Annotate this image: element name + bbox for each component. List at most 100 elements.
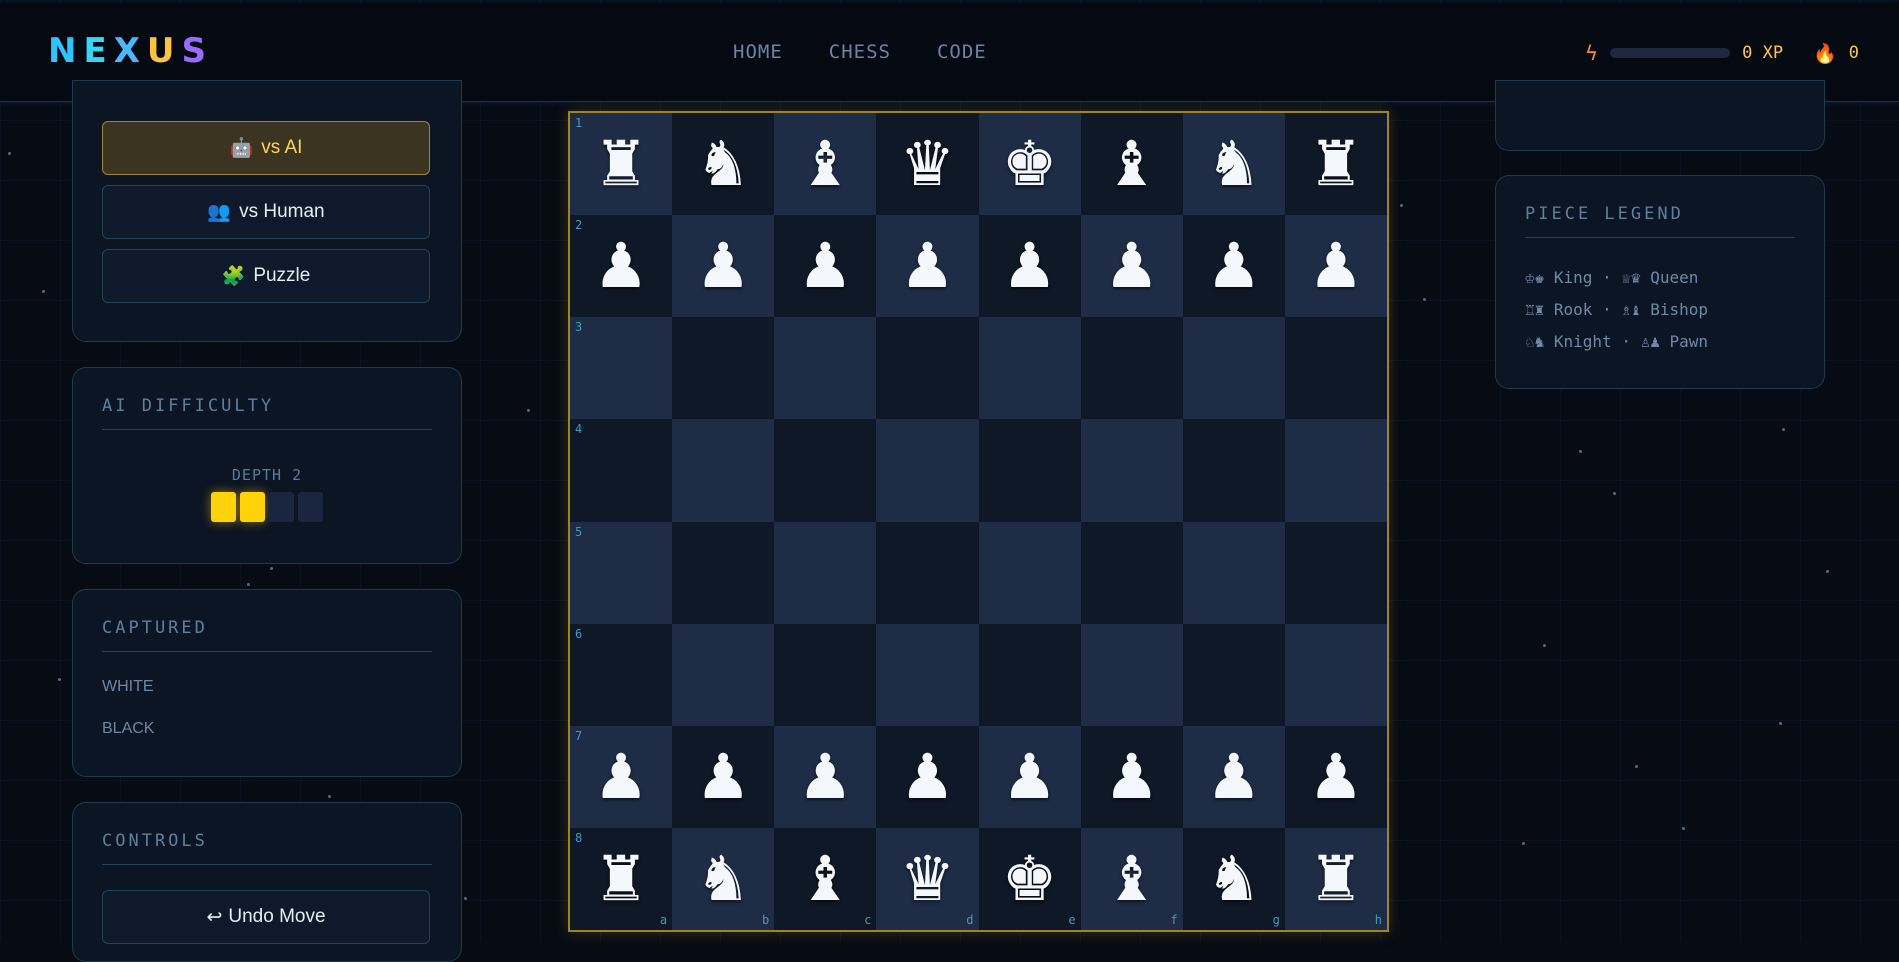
rook-piece[interactable]: ♜: [1308, 133, 1364, 195]
board-square-e1[interactable]: ♚: [978, 113, 1081, 216]
board-square-g7[interactable]: ♟: [1182, 725, 1285, 828]
board-square-f3[interactable]: [1080, 317, 1183, 420]
board-square-h1[interactable]: ♜: [1284, 113, 1387, 216]
knight-piece[interactable]: ♞: [1206, 847, 1262, 910]
board-square-g8[interactable]: ♞ g: [1182, 827, 1285, 930]
rook-piece[interactable]: ♜: [593, 133, 649, 195]
knight-piece[interactable]: ♞: [695, 847, 751, 910]
nexus-logo[interactable]: NEXUS: [48, 31, 213, 71]
board-square-b8[interactable]: ♞ b: [672, 827, 775, 930]
board-square-f6[interactable]: [1080, 623, 1183, 726]
pawn-piece[interactable]: ♟: [695, 235, 751, 297]
board-square-c8[interactable]: ♝ c: [774, 827, 877, 930]
queen-piece[interactable]: ♛: [900, 847, 956, 910]
board-square-c2[interactable]: ♟: [774, 215, 877, 318]
board-square-b1[interactable]: ♞: [672, 113, 775, 216]
board-square-a8[interactable]: ♜ 8 a: [570, 827, 673, 930]
board-square-h2[interactable]: ♟: [1284, 215, 1387, 318]
king-piece[interactable]: ♚: [1002, 133, 1058, 195]
undo-move-button[interactable]: ↩ Undo Move: [102, 890, 430, 944]
board-square-c6[interactable]: [774, 623, 877, 726]
pawn-piece[interactable]: ♟: [1308, 235, 1364, 297]
board-square-h6[interactable]: [1284, 623, 1387, 726]
board-square-a7[interactable]: ♟ 7: [570, 725, 673, 828]
board-square-g2[interactable]: ♟: [1182, 215, 1285, 318]
board-square-b5[interactable]: [672, 521, 775, 624]
board-square-d3[interactable]: [876, 317, 979, 420]
board-square-e7[interactable]: ♟: [978, 725, 1081, 828]
board-square-d1[interactable]: ♛: [876, 113, 979, 216]
board-square-e4[interactable]: [978, 419, 1081, 522]
board-square-d4[interactable]: [876, 419, 979, 522]
vs-human-button[interactable]: 👥 vs Human: [102, 185, 430, 239]
board-square-c4[interactable]: [774, 419, 877, 522]
depth-level-block[interactable]: [211, 492, 236, 522]
board-square-g1[interactable]: ♞: [1182, 113, 1285, 216]
pawn-piece[interactable]: ♟: [900, 745, 956, 808]
board-square-f5[interactable]: [1080, 521, 1183, 624]
depth-level-block[interactable]: [298, 492, 323, 522]
board-square-e6[interactable]: [978, 623, 1081, 726]
board-square-f4[interactable]: [1080, 419, 1183, 522]
pawn-piece[interactable]: ♟: [593, 745, 649, 808]
puzzle-button[interactable]: 🧩 Puzzle: [102, 249, 430, 303]
board-square-c5[interactable]: [774, 521, 877, 624]
pawn-piece[interactable]: ♟: [593, 235, 649, 297]
pawn-piece[interactable]: ♟: [695, 745, 751, 808]
board-square-b4[interactable]: [672, 419, 775, 522]
rook-piece[interactable]: ♜: [1308, 847, 1364, 910]
board-square-d6[interactable]: [876, 623, 979, 726]
board-square-a4[interactable]: 4: [570, 419, 673, 522]
bishop-piece[interactable]: ♝: [1104, 133, 1160, 195]
depth-level-block[interactable]: [269, 492, 294, 522]
pawn-piece[interactable]: ♟: [798, 745, 854, 808]
board-square-g6[interactable]: [1182, 623, 1285, 726]
board-square-d7[interactable]: ♟: [876, 725, 979, 828]
board-square-h3[interactable]: [1284, 317, 1387, 420]
board-square-d8[interactable]: ♛ d: [876, 827, 979, 930]
board-square-a5[interactable]: 5: [570, 521, 673, 624]
bishop-piece[interactable]: ♝: [798, 133, 854, 195]
nav-chess[interactable]: CHESS: [829, 41, 891, 63]
pawn-piece[interactable]: ♟: [1104, 745, 1160, 808]
nav-code[interactable]: CODE: [937, 41, 987, 63]
board-square-f7[interactable]: ♟: [1080, 725, 1183, 828]
vs-ai-button[interactable]: 🤖 vs AI: [102, 121, 430, 175]
board-square-f2[interactable]: ♟: [1080, 215, 1183, 318]
board-square-e2[interactable]: ♟: [978, 215, 1081, 318]
pawn-piece[interactable]: ♟: [1104, 235, 1160, 297]
board-square-c7[interactable]: ♟: [774, 725, 877, 828]
board-square-d2[interactable]: ♟: [876, 215, 979, 318]
board-square-g5[interactable]: [1182, 521, 1285, 624]
board-square-a6[interactable]: 6: [570, 623, 673, 726]
rook-piece[interactable]: ♜: [593, 847, 649, 910]
board-square-e8[interactable]: ♚ e: [978, 827, 1081, 930]
board-square-a3[interactable]: 3: [570, 317, 673, 420]
pawn-piece[interactable]: ♟: [798, 235, 854, 297]
board-square-e3[interactable]: [978, 317, 1081, 420]
board-square-h8[interactable]: ♜ h: [1284, 827, 1387, 930]
pawn-piece[interactable]: ♟: [1206, 235, 1262, 297]
board-square-h5[interactable]: [1284, 521, 1387, 624]
knight-piece[interactable]: ♞: [695, 133, 751, 195]
pawn-piece[interactable]: ♟: [1002, 235, 1058, 297]
board-square-b6[interactable]: [672, 623, 775, 726]
board-square-b7[interactable]: ♟: [672, 725, 775, 828]
board-square-g4[interactable]: [1182, 419, 1285, 522]
board-square-c3[interactable]: [774, 317, 877, 420]
pawn-piece[interactable]: ♟: [1206, 745, 1262, 808]
board-square-d5[interactable]: [876, 521, 979, 624]
depth-level-block[interactable]: [240, 492, 265, 522]
pawn-piece[interactable]: ♟: [1002, 745, 1058, 808]
board-square-g3[interactable]: [1182, 317, 1285, 420]
pawn-piece[interactable]: ♟: [900, 235, 956, 297]
bishop-piece[interactable]: ♝: [1104, 847, 1160, 910]
board-square-h4[interactable]: [1284, 419, 1387, 522]
board-square-f1[interactable]: ♝: [1080, 113, 1183, 216]
knight-piece[interactable]: ♞: [1206, 133, 1262, 195]
bishop-piece[interactable]: ♝: [798, 847, 854, 910]
board-square-b2[interactable]: ♟: [672, 215, 775, 318]
board-square-c1[interactable]: ♝: [774, 113, 877, 216]
queen-piece[interactable]: ♛: [900, 133, 956, 195]
board-square-f8[interactable]: ♝ f: [1080, 827, 1183, 930]
